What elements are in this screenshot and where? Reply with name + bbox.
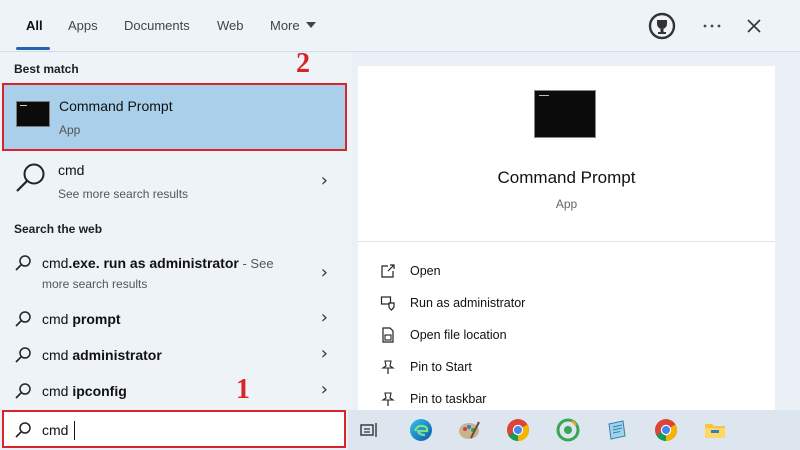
action-label: Run as administrator — [410, 296, 526, 310]
search-input-value: cmd — [42, 422, 69, 438]
web-result-prefix: cmd — [42, 255, 69, 271]
search-input[interactable]: cmd — [2, 410, 346, 448]
close-icon[interactable] — [737, 10, 771, 42]
chrome-icon[interactable] — [653, 417, 679, 443]
paint-icon[interactable] — [456, 417, 482, 443]
best-match-command-prompt[interactable]: Command Prompt App — [2, 83, 347, 151]
chevron-right-icon: › — [320, 379, 328, 400]
pin-icon — [380, 359, 396, 375]
action-label: Open file location — [410, 328, 507, 342]
best-match-heading: Best match — [14, 62, 79, 76]
web-result-prompt[interactable]: cmd prompt › — [0, 305, 352, 335]
web-result-bold: administrator — [72, 347, 162, 363]
web-result-prefix: cmd — [42, 347, 73, 363]
chevron-right-icon: › — [320, 307, 328, 328]
search-result-cmd[interactable]: cmd See more search results › — [0, 155, 352, 209]
detail-title: Command Prompt — [497, 168, 636, 187]
web-result-text: cmd.exe. run as administrator - See — [42, 255, 274, 271]
chevron-down-icon — [305, 22, 316, 28]
tab-apps[interactable]: Apps — [68, 18, 98, 33]
tab-web[interactable]: Web — [217, 18, 244, 33]
detail-panel: Command Prompt App Open Run as administr… — [358, 66, 775, 410]
coccoc-icon[interactable] — [555, 417, 581, 443]
web-result-ipconfig[interactable]: cmd ipconfig › — [0, 377, 352, 407]
search-tab-bar: All Apps Documents Web More — [0, 0, 800, 52]
web-result-bold: prompt — [72, 311, 121, 327]
action-label: Pin to Start — [410, 360, 472, 374]
search-web-heading: Search the web — [14, 222, 103, 236]
web-result-run-as-admin[interactable]: cmd.exe. run as administrator - See more… — [0, 250, 352, 296]
file-location-icon — [380, 327, 396, 343]
action-label: Pin to taskbar — [410, 392, 487, 406]
tab-more-label: More — [270, 18, 300, 33]
web-result-prefix: cmd — [42, 383, 73, 399]
tab-more[interactable]: More — [270, 18, 316, 33]
pin-icon — [380, 391, 396, 407]
detail-type: App — [555, 197, 578, 211]
edge-icon[interactable] — [408, 417, 434, 443]
web-result-suffix: - See — [238, 256, 274, 271]
web-result-prefix: cmd — [42, 311, 73, 327]
web-result-administrator[interactable]: cmd administrator › — [0, 341, 352, 371]
search-icon — [14, 382, 32, 405]
notepad-icon[interactable] — [604, 417, 630, 443]
web-result-bold: .exe. run as administrator — [68, 255, 239, 271]
web-result-text: cmd prompt — [42, 311, 121, 327]
file-explorer-icon[interactable] — [702, 417, 728, 443]
step-number-2: 2 — [296, 48, 310, 79]
chevron-right-icon: › — [320, 262, 328, 283]
search-icon — [14, 310, 32, 333]
text-cursor — [74, 421, 75, 440]
search-result-subtitle: See more search results — [58, 187, 189, 201]
web-result-line2: more search results — [42, 277, 148, 291]
web-result-bold: ipconfig — [72, 383, 127, 399]
tab-documents[interactable]: Documents — [124, 18, 190, 33]
task-view-icon[interactable] — [356, 417, 382, 443]
web-result-text: cmd administrator — [42, 347, 162, 363]
search-icon — [14, 254, 32, 277]
action-label: Open — [410, 264, 441, 278]
search-icon — [14, 161, 48, 200]
step-number-1: 1 — [236, 374, 250, 405]
search-result-title: cmd — [58, 162, 85, 178]
shield-icon — [380, 295, 396, 311]
tab-all[interactable]: All — [26, 18, 43, 33]
best-match-subtitle: App — [59, 123, 81, 137]
search-icon — [14, 346, 32, 369]
command-prompt-icon — [534, 90, 596, 138]
rewards-trophy-icon[interactable] — [645, 10, 679, 42]
divider — [358, 241, 775, 242]
chevron-right-icon: › — [320, 343, 328, 364]
search-icon — [14, 421, 32, 444]
chrome-icon[interactable] — [505, 417, 531, 443]
best-match-title: Command Prompt — [59, 98, 173, 114]
chevron-right-icon: › — [320, 170, 328, 191]
more-options-icon[interactable] — [695, 10, 729, 42]
active-tab-indicator — [16, 47, 50, 50]
taskbar — [348, 410, 800, 450]
web-result-text: cmd ipconfig — [42, 383, 127, 399]
command-prompt-icon — [16, 101, 50, 127]
open-icon — [380, 263, 396, 279]
